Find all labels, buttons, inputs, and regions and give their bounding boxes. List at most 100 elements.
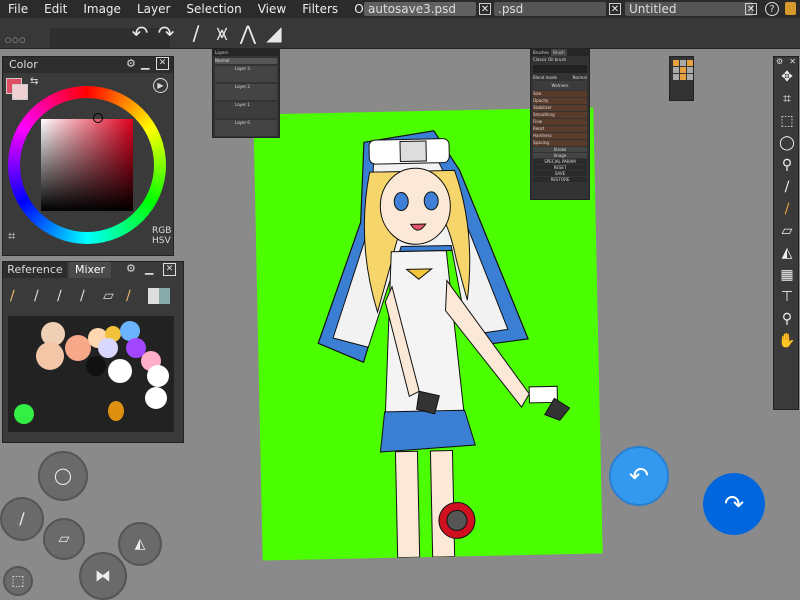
eraser-tool-button[interactable]: ▱ bbox=[43, 518, 85, 560]
tab-autosave3[interactable]: autosave3.psd bbox=[364, 2, 476, 16]
tab-close-icon[interactable]: ✕ bbox=[745, 3, 757, 15]
menu-edit[interactable]: Edit bbox=[36, 0, 75, 18]
layer-row[interactable]: Layer 3 bbox=[215, 66, 277, 82]
param-flow[interactable]: Flow bbox=[533, 119, 587, 125]
restore-button[interactable]: RESTORE bbox=[533, 177, 587, 182]
mini-tool[interactable] bbox=[680, 74, 686, 80]
menu-selection[interactable]: Selection bbox=[178, 0, 249, 18]
magic-wand-icon[interactable]: ⚲ bbox=[774, 154, 800, 176]
minimize-icon[interactable]: ▁ bbox=[141, 57, 149, 70]
saturation-value-square[interactable] bbox=[41, 119, 133, 211]
tab-psd[interactable]: .psd bbox=[494, 2, 606, 16]
tab-brush[interactable]: Brush bbox=[551, 49, 567, 56]
close-icon[interactable]: ✕ bbox=[156, 57, 169, 70]
mini-tool[interactable] bbox=[680, 60, 686, 66]
play-icon[interactable]: ▶ bbox=[153, 78, 168, 93]
blend-mode-select[interactable]: Normal bbox=[215, 58, 277, 64]
paint-roller-icon[interactable]: ⊤ bbox=[774, 286, 800, 308]
gear-icon[interactable]: ⚙ bbox=[776, 57, 783, 66]
crop-icon[interactable]: ⌗ bbox=[8, 229, 15, 244]
rect-select-icon[interactable]: ⬚ bbox=[774, 110, 800, 132]
eraser-icon[interactable]: ▱ bbox=[774, 220, 800, 242]
blend-brush-icon[interactable]: ∕ bbox=[57, 288, 62, 304]
color-picker-handle[interactable] bbox=[93, 113, 103, 123]
menu-view[interactable]: View bbox=[250, 0, 294, 18]
more-options-icon[interactable]: ○○○ bbox=[5, 36, 26, 44]
hand-icon[interactable]: ✋ bbox=[774, 330, 800, 352]
secondary-color-swatch[interactable] bbox=[12, 84, 28, 100]
minimize-icon[interactable]: ▁ bbox=[145, 262, 153, 275]
close-icon[interactable]: ✕ bbox=[789, 57, 796, 66]
layer-row[interactable]: Layer 0 bbox=[215, 120, 277, 136]
menu-image[interactable]: Image bbox=[75, 0, 129, 18]
crop-tool-icon[interactable]: ⌗ bbox=[774, 88, 800, 110]
flip-button[interactable]: ⧓ bbox=[79, 552, 127, 600]
brush-tool-icon[interactable]: ∕ bbox=[774, 198, 800, 220]
layer-row[interactable]: Layer 2 bbox=[215, 84, 277, 100]
mix-brush-icon[interactable]: ∕ bbox=[80, 288, 85, 304]
menu-filters[interactable]: Filters bbox=[294, 0, 346, 18]
eyedropper-icon[interactable]: ∕ bbox=[774, 176, 800, 198]
param-stabilizer[interactable]: Stabilizer bbox=[533, 105, 587, 111]
reset-button[interactable]: RESET bbox=[533, 165, 587, 170]
perspective-icon[interactable]: ⋀ bbox=[236, 22, 260, 44]
layer-row[interactable]: Layer 1 bbox=[215, 102, 277, 118]
param-hardness[interactable]: Hardness bbox=[533, 133, 587, 139]
mini-tool[interactable] bbox=[673, 67, 679, 73]
menu-layer[interactable]: Layer bbox=[129, 0, 178, 18]
tab-reference[interactable]: Reference bbox=[3, 262, 67, 278]
eyedropper-icon[interactable]: ∕ bbox=[126, 288, 131, 304]
param-smoothing[interactable]: Smoothing bbox=[533, 112, 587, 118]
swap-colors-icon[interactable]: ⇆ bbox=[30, 76, 38, 87]
section-image[interactable]: Image bbox=[533, 153, 587, 158]
zoom-icon[interactable]: ⚲ bbox=[774, 308, 800, 330]
blend-mode-value[interactable]: Normal bbox=[573, 75, 587, 80]
mini-tool[interactable] bbox=[687, 74, 693, 80]
lock-icon[interactable] bbox=[785, 2, 796, 15]
section-wetness[interactable]: Wetness bbox=[533, 81, 587, 90]
mini-tool[interactable] bbox=[673, 60, 679, 66]
gear-icon[interactable]: ⚙ bbox=[126, 262, 136, 275]
mini-tool[interactable] bbox=[687, 67, 693, 73]
gear-icon[interactable]: ⚙ bbox=[126, 57, 136, 70]
tab-mixer[interactable]: Mixer bbox=[69, 262, 111, 278]
redo-icon[interactable]: ↷ bbox=[154, 22, 178, 44]
param-size[interactable]: Size bbox=[533, 91, 587, 97]
brush-icon[interactable]: ∕ bbox=[10, 288, 15, 304]
tab-close-icon[interactable]: ✕ bbox=[479, 3, 491, 15]
mini-tool[interactable] bbox=[673, 74, 679, 80]
brush-icon[interactable]: ∕ bbox=[184, 22, 208, 44]
tab-untitled[interactable]: Untitled bbox=[625, 2, 753, 16]
gradient-icon[interactable]: ▦ bbox=[774, 264, 800, 286]
param-resat[interactable]: Resat bbox=[533, 126, 587, 132]
help-button[interactable]: ? bbox=[765, 2, 779, 16]
tab-brushes[interactable]: Brushes bbox=[531, 49, 551, 56]
brush-tool-button[interactable]: ∕ bbox=[0, 497, 44, 541]
lasso-tool-button[interactable]: ◯ bbox=[38, 451, 88, 501]
mixer-canvas[interactable] bbox=[8, 316, 174, 432]
mini-tool[interactable] bbox=[687, 60, 693, 66]
eraser-icon[interactable]: ▱ bbox=[103, 288, 114, 304]
symmetry-icon[interactable]: ⩙ bbox=[210, 22, 234, 44]
palette-swatches[interactable] bbox=[148, 288, 170, 304]
mini-tool[interactable] bbox=[680, 67, 686, 73]
fullscreen-button[interactable]: ⬚ bbox=[3, 566, 33, 596]
move-tool-icon[interactable]: ✥ bbox=[774, 66, 800, 88]
section-stroke[interactable]: Stroke bbox=[533, 147, 587, 152]
fill-bucket-icon[interactable]: ◭ bbox=[774, 242, 800, 264]
lasso-icon[interactable]: ◯ bbox=[774, 132, 800, 154]
undo-float-button[interactable]: ↶ bbox=[609, 446, 669, 506]
param-spacing[interactable]: Spacing bbox=[533, 140, 587, 146]
redo-float-button[interactable]: ↷ bbox=[703, 473, 765, 535]
color-mode-label[interactable]: RGB HSV bbox=[152, 226, 171, 246]
save-button[interactable]: SAVE bbox=[533, 171, 587, 176]
special-param-button[interactable]: SPECIAL PARAM bbox=[533, 159, 587, 164]
close-icon[interactable]: ✕ bbox=[163, 263, 176, 276]
smudge-icon[interactable]: ∕ bbox=[34, 288, 39, 304]
tab-close-icon[interactable]: ✕ bbox=[609, 3, 621, 15]
mini-tool-palette[interactable] bbox=[669, 56, 694, 101]
fill-tool-button[interactable]: ◭ bbox=[118, 522, 162, 566]
menu-file[interactable]: File bbox=[0, 0, 36, 18]
undo-icon[interactable]: ↶ bbox=[128, 22, 152, 44]
param-opacity[interactable]: Opacity bbox=[533, 98, 587, 104]
